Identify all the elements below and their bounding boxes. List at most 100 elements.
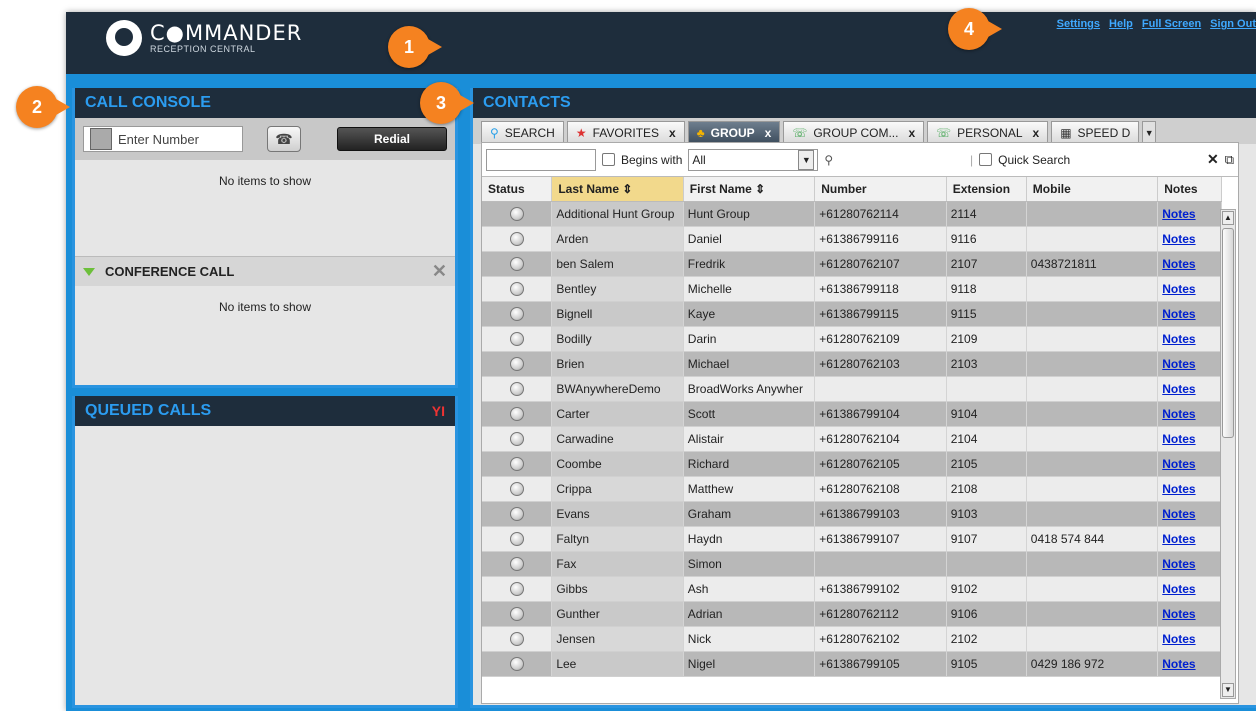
close-tab-icon[interactable]: x [669,126,676,140]
chevron-down-icon[interactable]: ▼ [798,149,815,170]
notes-link[interactable]: Notes [1162,532,1195,546]
tab-favorites[interactable]: ★ FAVORITES x [566,121,685,144]
tab-speed-dial[interactable]: ▦ SPEED D [1051,121,1140,144]
full-screen-link[interactable]: Full Screen [1142,18,1201,30]
first-name-cell: Nick [683,626,816,652]
table-row[interactable]: Gibbs Ash +61386799102 9102 Notes [482,576,1222,602]
status-indicator-icon [509,556,524,571]
table-row[interactable]: Bentley Michelle +61386799118 9118 Notes [482,276,1222,302]
column-first-name[interactable]: First Name ⇕ [683,177,816,202]
contacts-title: CONTACTS [473,88,1256,118]
personal-icon: ☏ [936,126,952,140]
status-indicator-icon [509,581,524,596]
table-row[interactable]: Bodilly Darin +61280762109 2109 Notes [482,326,1222,352]
tab-scroll-down-icon[interactable]: ▼ [1142,121,1157,144]
extension-cell: 9115 [946,301,1027,327]
call-console-title: CALL CONSOLE [75,88,455,118]
column-notes[interactable]: Notes [1157,177,1222,202]
close-icon[interactable]: ✕ [432,261,447,282]
table-row[interactable]: Lee Nigel +61386799105 9105 0429 186 972 Note… [482,651,1222,677]
scroll-down-icon[interactable]: ▼ [1222,683,1234,697]
table-row[interactable]: Crippa Matthew +61280762108 2108 Notes [482,476,1222,502]
table-row[interactable]: Bignell Kaye +61386799115 9115 Notes [482,301,1222,327]
last-name-cell: Crippa [551,476,684,502]
table-row[interactable]: BWAnywhereDemo BroadWorks Anywher Notes [482,376,1222,402]
last-name-cell: Bodilly [551,326,684,352]
notes-link[interactable]: Notes [1162,657,1195,671]
column-status[interactable]: Status [482,177,553,202]
tab-group[interactable]: ♣ GROUP x [687,121,781,144]
notes-link[interactable]: Notes [1162,457,1195,471]
extension-cell: 9107 [946,526,1027,552]
clear-filter-icon[interactable]: ✕ [1207,151,1219,168]
column-number[interactable]: Number [814,177,947,202]
table-row[interactable]: Coombe Richard +61280762105 2105 Notes [482,451,1222,477]
notes-link[interactable]: Notes [1162,482,1195,496]
notes-link[interactable]: Notes [1162,407,1195,421]
table-row[interactable]: Carter Scott +61386799104 9104 Notes [482,401,1222,427]
notes-link[interactable]: Notes [1162,507,1195,521]
contacts-scrollbar[interactable]: ▲ ▼ [1220,209,1236,699]
sign-out-link[interactable]: Sign Out [1210,18,1256,30]
redial-button[interactable]: Redial [337,127,447,151]
notes-link[interactable]: Notes [1162,257,1195,271]
mobile-cell [1026,576,1159,602]
tab-personal[interactable]: ☏ PERSONAL x [927,121,1049,144]
notes-link[interactable]: Notes [1162,382,1195,396]
help-link[interactable]: Help [1109,18,1133,30]
app-window: C●MMANDER RECEPTION CENTRAL Settings Hel… [66,12,1256,711]
notes-link[interactable]: Notes [1162,582,1195,596]
begins-with-checkbox[interactable] [602,153,615,166]
speed-dial-icon: ▦ [1060,126,1072,140]
table-row[interactable]: ben Salem Fredrik +61280762107 2107 04387218… [482,251,1222,277]
top-bar: C●MMANDER RECEPTION CENTRAL Settings Hel… [66,12,1256,74]
column-mobile[interactable]: Mobile [1026,177,1159,202]
table-row[interactable]: Fax Simon Notes [482,551,1222,577]
search-icon[interactable]: ⚲ [824,153,833,167]
conference-call-header[interactable]: CONFERENCE CALL ✕ [75,256,455,286]
notes-link[interactable]: Notes [1162,282,1195,296]
scroll-up-icon[interactable]: ▲ [1222,211,1234,225]
notes-link[interactable]: Notes [1162,332,1195,346]
notes-link[interactable]: Notes [1162,232,1195,246]
tab-search[interactable]: ⚲ SEARCH [481,121,564,144]
number-input[interactable]: Enter Number [83,126,243,152]
queue-settings-icon[interactable]: Yi [432,396,445,426]
headset-logo-icon [106,20,142,56]
notes-link[interactable]: Notes [1162,632,1195,646]
table-row[interactable]: Arden Daniel +61386799116 9116 Notes [482,226,1222,252]
table-row[interactable]: Additional Hunt Group Hunt Group +61280762… [482,201,1222,227]
extension-cell: 9105 [946,651,1027,677]
table-row[interactable]: Evans Graham +61386799103 9103 Notes [482,501,1222,527]
settings-link[interactable]: Settings [1057,18,1100,30]
table-row[interactable]: Carwadine Alistair +61280762104 2104 Notes [482,426,1222,452]
table-row[interactable]: Faltyn Haydn +61386799107 9107 0418 574 844 N… [482,526,1222,552]
callout-badge: 4 [948,8,1002,50]
number-cell: +61280762107 [814,251,947,277]
group-common-icon: ☏ [792,126,808,140]
table-row[interactable]: Jensen Nick +61280762102 2102 Notes [482,626,1222,652]
tab-label: GROUP COM... [813,126,899,140]
table-row[interactable]: Brien Michael +61280762103 2103 Notes [482,351,1222,377]
notes-link[interactable]: Notes [1162,557,1195,571]
notes-link[interactable]: Notes [1162,357,1195,371]
notes-link[interactable]: Notes [1162,207,1195,221]
column-last-name[interactable]: Last Name ⇕ [551,177,684,202]
close-tab-icon[interactable]: x [765,126,772,140]
close-tab-icon[interactable]: x [1033,126,1040,140]
expand-triangle-icon[interactable] [83,267,95,276]
keypad-button[interactable]: ☎ [267,126,301,152]
notes-link[interactable]: Notes [1162,307,1195,321]
notes-link[interactable]: Notes [1162,432,1195,446]
notes-link[interactable]: Notes [1162,607,1195,621]
column-extension[interactable]: Extension [946,177,1027,202]
extension-cell: 9103 [946,501,1027,527]
quick-search-checkbox[interactable] [979,153,993,166]
popout-icon[interactable]: ⧉ [1225,152,1234,168]
filter-input[interactable] [486,148,596,171]
tab-group-common[interactable]: ☏ GROUP COM... x [783,121,925,144]
scroll-thumb[interactable] [1222,228,1234,438]
table-row[interactable]: Gunther Adrian +61280762112 9106 Notes [482,601,1222,627]
filter-select[interactable]: All ▼ [688,148,819,171]
close-tab-icon[interactable]: x [908,126,915,140]
